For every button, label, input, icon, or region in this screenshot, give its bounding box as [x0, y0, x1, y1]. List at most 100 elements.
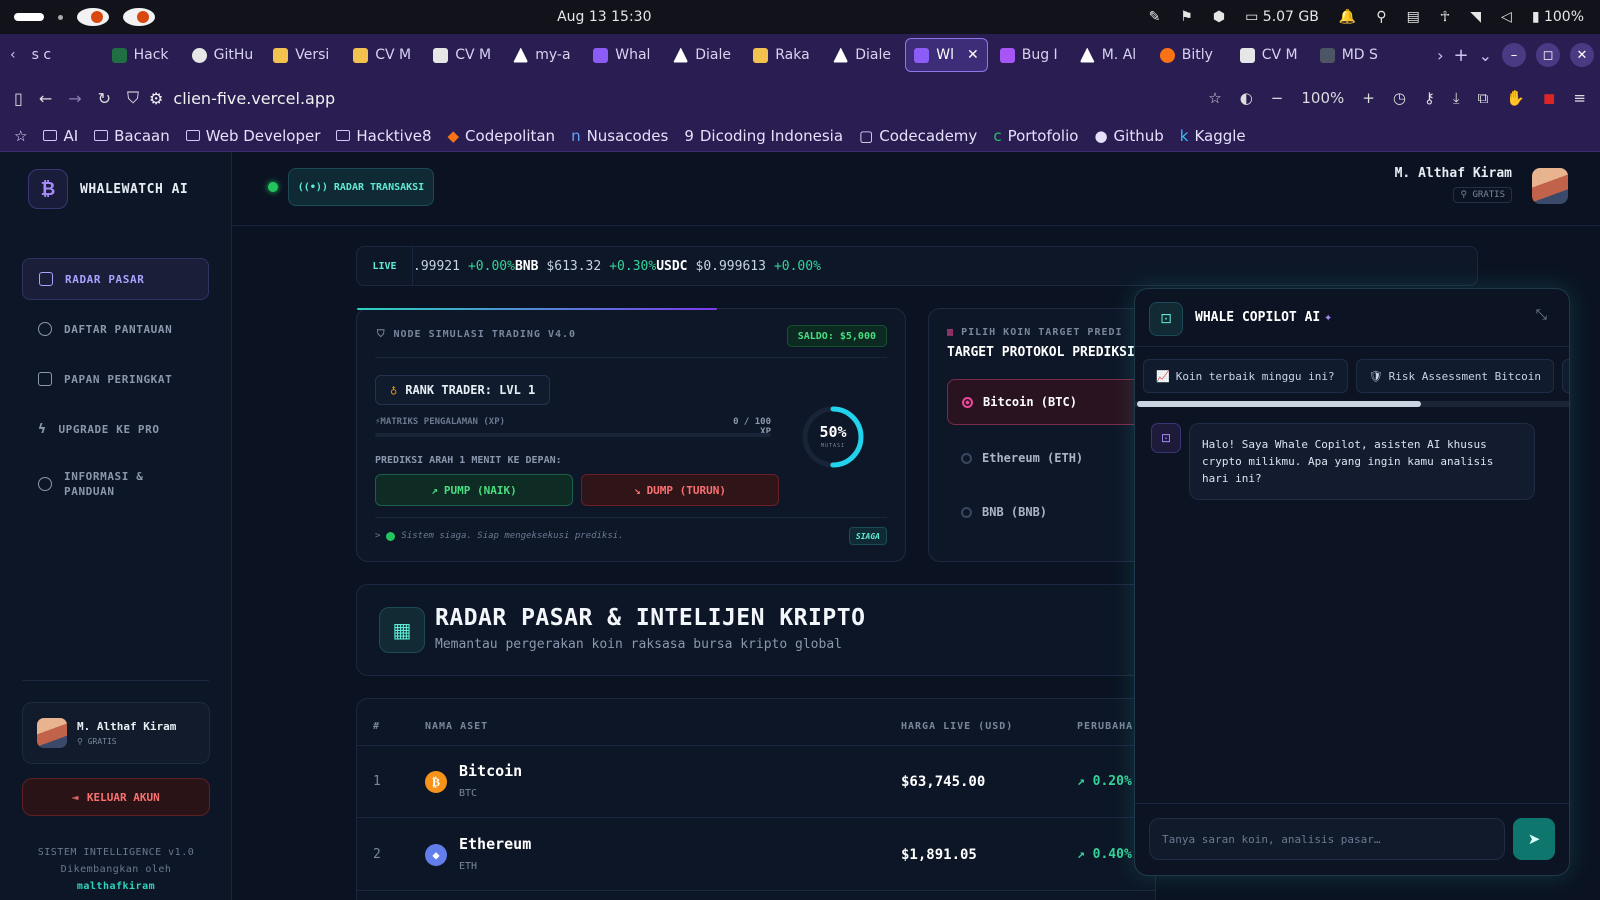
download-icon[interactable]: ⤓	[1453, 89, 1460, 107]
suggestion-chip[interactable]: ●	[1561, 359, 1569, 393]
minimize-icon[interactable]: ⤡	[1536, 307, 1547, 323]
zoom-in-icon[interactable]: +	[1362, 89, 1375, 107]
extension-icon[interactable]: ◐	[1240, 89, 1253, 107]
browser-tab[interactable]: Hack	[104, 38, 180, 72]
logout-button[interactable]: ⇥ KELUAR AKUN	[22, 778, 210, 816]
pen-icon[interactable]: ✎	[1149, 9, 1161, 25]
coin-option-eth[interactable]: Ethereum (ETH)	[947, 435, 1148, 481]
browser-tab[interactable]: Diale	[665, 38, 741, 72]
extension-icon[interactable]: ⚑	[1180, 9, 1193, 25]
url-text[interactable]: clien-five.vercel.app	[173, 89, 335, 108]
suggestion-chip[interactable]: 🛡 Risk Assessment Bitcoin	[1355, 359, 1554, 393]
reload-icon[interactable]: ↻	[98, 89, 111, 108]
bookmark-link[interactable]: k Kaggle	[1180, 127, 1246, 145]
browser-tab-active[interactable]: Wl ✕	[905, 38, 988, 72]
bookmark-folder[interactable]: Web Developer	[185, 127, 320, 145]
bookmark-link[interactable]: 9 Dicoding Indonesia	[684, 127, 843, 145]
eye-app-icon[interactable]	[123, 8, 155, 26]
browser-tab[interactable]: CV M	[345, 38, 421, 72]
sidebar-item-papan-peringkat[interactable]: PAPAN PERINGKAT	[22, 358, 209, 400]
avatar[interactable]	[1532, 168, 1568, 204]
key-icon[interactable]: ⚷	[1424, 89, 1435, 107]
bookmark-folder[interactable]: AI	[43, 127, 78, 145]
browser-tab[interactable]: Whal	[585, 38, 661, 72]
scrollbar-thumb[interactable]	[1137, 401, 1421, 407]
browser-tab[interactable]: CV M	[425, 38, 501, 72]
column-header-change[interactable]: PERUBAHA	[1077, 721, 1133, 732]
memory-indicator[interactable]: ▭ 5.07 GB	[1245, 9, 1319, 25]
coin-option-btc[interactable]: Bitcoin (BTC)	[947, 379, 1148, 425]
menu-icon[interactable]: ≡	[1573, 89, 1586, 107]
tab-list-icon[interactable]: ⌄	[1479, 46, 1492, 65]
bookmark-link[interactable]: ▢ Codecademy	[859, 127, 977, 145]
history-icon[interactable]: ◷	[1393, 89, 1406, 107]
bookmark-star-icon[interactable]: ☆	[1208, 89, 1221, 107]
volume-icon[interactable]: ◁	[1501, 9, 1512, 25]
pin-icon[interactable]: ⚲	[1376, 9, 1386, 25]
send-button[interactable]: ➤	[1513, 818, 1555, 860]
browser-tab[interactable]: Raka	[745, 38, 821, 72]
battery-indicator[interactable]: ▮ 100%	[1532, 9, 1584, 25]
package-icon[interactable]: ⬢	[1213, 9, 1225, 25]
tab-scroll-left-icon[interactable]: ‹	[6, 47, 20, 63]
clipboard-icon[interactable]: ▤	[1407, 9, 1420, 25]
bookmark-manager-icon[interactable]: ☆	[14, 127, 27, 145]
table-row[interactable]: 2 ◆ Ethereum ETH $1,891.05 ↗ 0.40%	[357, 819, 1155, 891]
forward-icon[interactable]: →	[68, 89, 81, 108]
user-card[interactable]: M. Althaf Kiram ⚲ GRATIS	[22, 702, 210, 764]
extension-icon[interactable]: ✋	[1506, 89, 1525, 107]
sidebar-item-informasi[interactable]: INFORMASI & PANDUAN	[22, 458, 209, 510]
header-user[interactable]: M. Althaf Kiram ⚲ GRATIS	[1395, 166, 1512, 203]
brand[interactable]: ₿ WHALEWATCH AI	[0, 152, 231, 226]
eye-app-icon[interactable]	[77, 8, 109, 26]
browser-tab[interactable]: M. Al	[1072, 38, 1148, 72]
close-tab-icon[interactable]: ✕	[967, 47, 979, 63]
author-link[interactable]: malthafkiram	[0, 878, 232, 895]
browser-tab[interactable]: Diale	[825, 38, 901, 72]
column-header-asset[interactable]: NAMA ASET	[425, 721, 488, 732]
table-row[interactable]: 1 ₿ Bitcoin BTC $63,745.00 ↗ 0.20%	[357, 746, 1155, 818]
extensions-icon[interactable]: ⧉	[1478, 89, 1489, 107]
browser-tab[interactable]: GitHu	[184, 38, 262, 72]
minimize-window-button[interactable]: –	[1502, 43, 1526, 67]
site-settings-icon[interactable]: ⚙	[149, 89, 163, 108]
zoom-level[interactable]: 100%	[1301, 89, 1344, 107]
radar-transaksi-button[interactable]: ((•)) RADAR TRANSAKSI	[288, 168, 434, 206]
pump-button[interactable]: ↗ PUMP (NAIK)	[375, 474, 573, 506]
wifi-icon[interactable]: ◥	[1470, 9, 1481, 25]
sidebar-item-radar-pasar[interactable]: RADAR PASAR	[22, 258, 209, 300]
column-header-price[interactable]: HARGA LIVE (USD)	[901, 721, 1013, 732]
suggestion-chip[interactable]: 📈 Koin terbaik minggu ini?	[1143, 359, 1348, 393]
notification-icon[interactable]: 🔔	[1339, 9, 1356, 25]
browser-tab[interactable]: CV M	[1232, 38, 1308, 72]
browser-tab[interactable]: s c	[24, 38, 100, 72]
browser-tab[interactable]: my-a	[505, 38, 581, 72]
browser-tab[interactable]: MD S	[1312, 38, 1388, 72]
sidebar-toggle-icon[interactable]: ▯	[14, 89, 23, 108]
bookmark-link[interactable]: ● Github	[1094, 127, 1163, 145]
back-icon[interactable]: ←	[39, 89, 52, 108]
extension-icon[interactable]: ◼	[1543, 89, 1555, 107]
accessibility-icon[interactable]: ☥	[1440, 9, 1450, 25]
bookmark-folder[interactable]: Hacktive8	[336, 127, 432, 145]
dump-button[interactable]: ↘ DUMP (TURUN)	[581, 474, 779, 506]
workspace-dot[interactable]	[58, 14, 63, 20]
sidebar-item-upgrade-ke-pro[interactable]: ϟ UPGRADE KE PRO	[22, 408, 209, 450]
browser-tab[interactable]: Bug I	[992, 38, 1068, 72]
sidebar-item-daftar-pantauan[interactable]: DAFTAR PANTAUAN	[22, 308, 209, 350]
workspace-indicator[interactable]	[14, 13, 44, 21]
bookmark-link[interactable]: n Nusacodes	[571, 127, 668, 145]
browser-tab[interactable]: Versi	[265, 38, 341, 72]
clock[interactable]: Aug 13 15:30	[260, 9, 1149, 25]
shield-icon[interactable]: ⛉	[127, 88, 139, 108]
restore-window-button[interactable]: ◻	[1536, 43, 1560, 67]
browser-tab[interactable]: Bitly	[1152, 38, 1228, 72]
tab-scroll-right-icon[interactable]: ›	[1437, 46, 1443, 65]
coin-option-bnb[interactable]: BNB (BNB)	[947, 489, 1148, 535]
chat-input[interactable]	[1149, 818, 1505, 860]
bookmark-link[interactable]: ◆ Codepolitan	[448, 127, 556, 145]
new-tab-icon[interactable]: +	[1454, 45, 1469, 66]
bookmark-link[interactable]: c Portofolio	[993, 127, 1078, 145]
chips-scrollbar[interactable]	[1135, 401, 1569, 407]
bookmark-folder[interactable]: Bacaan	[94, 127, 170, 145]
